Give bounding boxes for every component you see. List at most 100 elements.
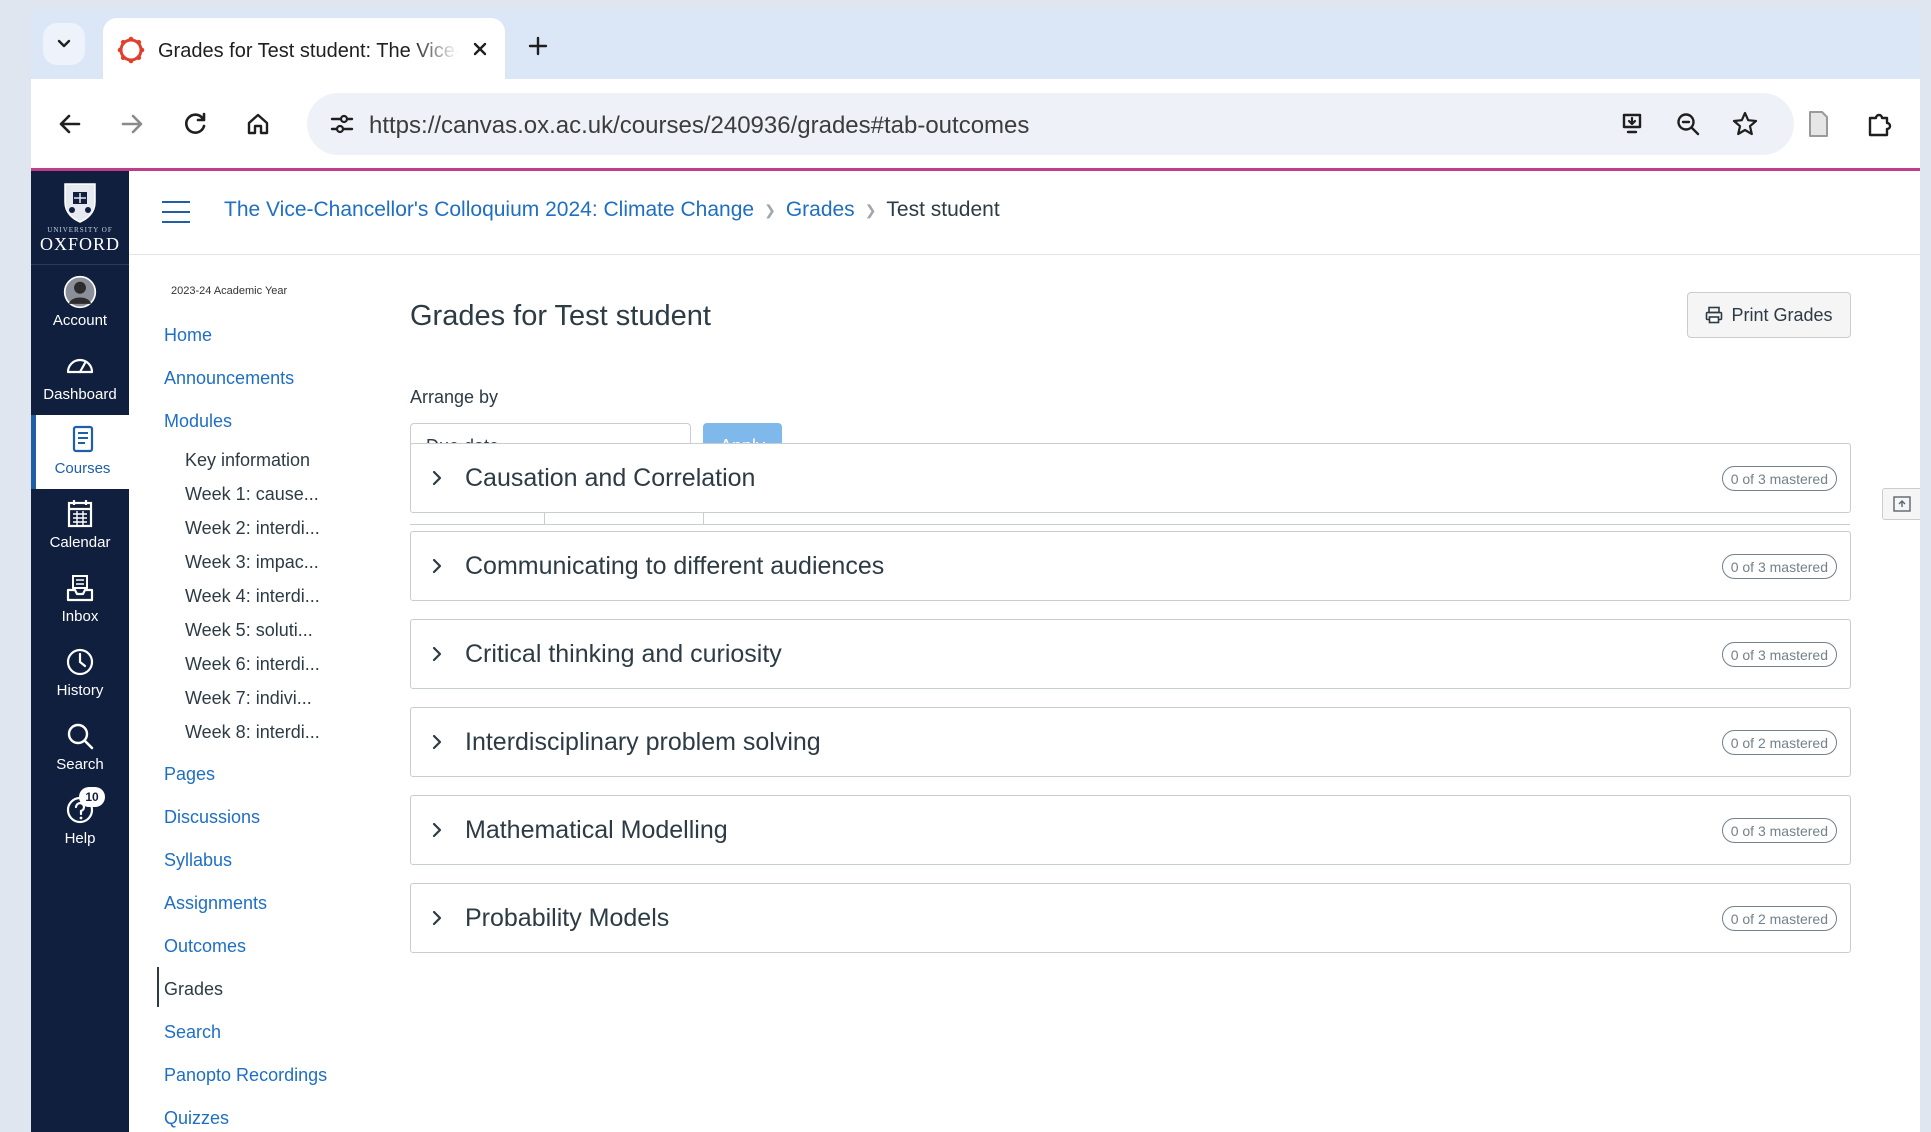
account-avatar-icon bbox=[63, 275, 97, 309]
global-nav-help[interactable]: 10 Help bbox=[31, 785, 129, 859]
global-nav-history[interactable]: History bbox=[31, 637, 129, 711]
reload-button[interactable] bbox=[180, 109, 210, 139]
mastery-badge: 0 of 2 mastered bbox=[1721, 906, 1837, 931]
tab-close-button[interactable] bbox=[469, 38, 491, 60]
global-nav-label: Account bbox=[52, 312, 108, 329]
global-nav-dashboard[interactable]: Dashboard bbox=[31, 341, 129, 415]
outcome-group[interactable]: Communicating to different audiences 0 o… bbox=[410, 531, 1851, 601]
breadcrumb: The Vice-Chancellor's Colloquium 2024: C… bbox=[224, 198, 1000, 222]
module-item[interactable]: Week 8: interdi... bbox=[185, 722, 320, 743]
search-icon bbox=[63, 719, 97, 753]
oxford-crest-icon bbox=[64, 183, 96, 223]
course-nav-grades[interactable]: Grades bbox=[164, 979, 223, 1000]
chevron-right-icon bbox=[432, 558, 442, 574]
global-nav-label: Courses bbox=[54, 460, 111, 477]
course-nav-assignments[interactable]: Assignments bbox=[164, 893, 267, 914]
hamburger-icon bbox=[162, 201, 190, 203]
module-item[interactable]: Week 5: soluti... bbox=[185, 620, 313, 641]
global-nav-label: Search bbox=[56, 756, 104, 773]
course-nav-discussions[interactable]: Discussions bbox=[164, 807, 260, 828]
module-item[interactable]: Week 4: interdi... bbox=[185, 586, 320, 607]
course-nav-quizzes[interactable]: Quizzes bbox=[164, 1108, 229, 1129]
course-nav-panopto[interactable]: Panopto Recordings bbox=[164, 1065, 327, 1086]
zoom-button[interactable] bbox=[1673, 109, 1703, 139]
mastery-badge: 0 of 2 mastered bbox=[1721, 730, 1837, 755]
install-app-button[interactable] bbox=[1617, 109, 1647, 139]
course-nav-home[interactable]: Home bbox=[164, 325, 212, 346]
course-nav-outcomes[interactable]: Outcomes bbox=[164, 936, 246, 957]
global-nav-inbox[interactable]: Inbox bbox=[31, 563, 129, 637]
history-icon bbox=[63, 645, 97, 679]
reading-list-button[interactable] bbox=[1803, 109, 1833, 139]
module-item[interactable]: Week 7: indivi... bbox=[185, 688, 312, 709]
outcome-title: Critical thinking and curiosity bbox=[465, 640, 782, 668]
collapse-all-button[interactable] bbox=[1882, 488, 1920, 520]
page-icon bbox=[1809, 111, 1828, 137]
course-navigation: 2023-24 Academic Year Home Announcements… bbox=[129, 255, 369, 1132]
mastery-badge: 0 of 3 mastered bbox=[1721, 466, 1837, 491]
tab-search-button[interactable] bbox=[43, 23, 85, 65]
browser-window: Grades for Test student: The Vice-Chance… bbox=[31, 9, 1920, 1132]
home-button[interactable] bbox=[243, 109, 273, 139]
chevron-right-icon bbox=[432, 910, 442, 926]
academic-year-label: 2023-24 Academic Year bbox=[171, 285, 288, 297]
bookmark-button[interactable] bbox=[1730, 109, 1760, 139]
outcome-title: Interdisciplinary problem solving bbox=[465, 728, 821, 756]
star-icon bbox=[1732, 111, 1758, 136]
course-nav-announcements[interactable]: Announcements bbox=[164, 368, 294, 389]
inbox-icon bbox=[63, 571, 97, 605]
outcome-group[interactable]: Critical thinking and curiosity 0 of 3 m… bbox=[410, 619, 1851, 689]
tab-strip: Grades for Test student: The Vice-Chance… bbox=[31, 9, 1920, 79]
global-nav-label: Dashboard bbox=[43, 386, 117, 403]
courses-icon bbox=[66, 423, 100, 457]
canvas-favicon-icon bbox=[117, 36, 145, 64]
oxford-logo[interactable]: UNIVERSITY OF OXFORD bbox=[31, 171, 129, 265]
global-navigation: UNIVERSITY OF OXFORD Account Dashboard C… bbox=[31, 171, 129, 1132]
chevron-right-icon bbox=[432, 470, 442, 486]
collapse-all-icon bbox=[1893, 496, 1911, 512]
outcome-title: Mathematical Modelling bbox=[465, 816, 728, 844]
mastery-badge: 0 of 3 mastered bbox=[1721, 554, 1837, 579]
calendar-icon bbox=[63, 497, 97, 531]
arrow-right-icon bbox=[121, 114, 143, 134]
breadcrumb-grades-link[interactable]: Grades bbox=[786, 198, 855, 222]
module-item[interactable]: Week 1: cause... bbox=[185, 484, 319, 505]
url-text: https://canvas.ox.ac.uk/courses/240936/g… bbox=[369, 112, 1030, 139]
course-nav-search[interactable]: Search bbox=[164, 1022, 221, 1043]
forward-button[interactable] bbox=[117, 109, 147, 139]
module-item[interactable]: Week 2: interdi... bbox=[185, 518, 320, 539]
course-menu-toggle[interactable] bbox=[162, 201, 190, 223]
site-info-icon[interactable] bbox=[327, 109, 357, 139]
page-title: Grades for Test student bbox=[410, 300, 711, 332]
global-nav-search[interactable]: Search bbox=[31, 711, 129, 785]
global-nav-label: Inbox bbox=[61, 608, 99, 625]
back-button[interactable] bbox=[55, 109, 85, 139]
outcome-group[interactable]: Interdisciplinary problem solving 0 of 2… bbox=[410, 707, 1851, 777]
outcome-group[interactable]: Causation and Correlation 0 of 3 mastere… bbox=[410, 443, 1851, 513]
main-content: Grades for Test student Print Grades Arr… bbox=[369, 255, 1920, 1132]
outcome-group[interactable]: Probability Models 0 of 2 mastered bbox=[410, 883, 1851, 953]
browser-tab[interactable]: Grades for Test student: The Vice-Chance… bbox=[103, 18, 505, 79]
global-nav-label: History bbox=[56, 682, 104, 699]
module-item[interactable]: Week 3: impac... bbox=[185, 552, 319, 573]
module-item[interactable]: Key information bbox=[185, 450, 310, 471]
outcome-title: Probability Models bbox=[465, 904, 670, 932]
global-nav-calendar[interactable]: Calendar bbox=[31, 489, 129, 563]
chevron-right-icon bbox=[432, 734, 442, 750]
outcome-group[interactable]: Mathematical Modelling 0 of 3 mastered bbox=[410, 795, 1851, 865]
address-bar[interactable]: https://canvas.ox.ac.uk/courses/240936/g… bbox=[307, 93, 1794, 155]
browser-toolbar: https://canvas.ox.ac.uk/courses/240936/g… bbox=[31, 79, 1920, 171]
module-item[interactable]: Week 6: interdi... bbox=[185, 654, 320, 675]
global-nav-courses[interactable]: Courses bbox=[31, 415, 129, 489]
print-grades-button[interactable]: Print Grades bbox=[1687, 292, 1851, 338]
course-nav-syllabus[interactable]: Syllabus bbox=[164, 850, 232, 871]
course-nav-modules[interactable]: Modules bbox=[164, 411, 232, 432]
course-nav-pages[interactable]: Pages bbox=[164, 764, 215, 785]
extensions-button[interactable] bbox=[1865, 109, 1895, 139]
plus-icon bbox=[528, 36, 548, 56]
zoom-icon bbox=[1677, 113, 1700, 136]
home-icon bbox=[247, 113, 269, 135]
breadcrumb-course-link[interactable]: The Vice-Chancellor's Colloquium 2024: C… bbox=[224, 198, 754, 222]
global-nav-account[interactable]: Account bbox=[31, 267, 129, 341]
new-tab-button[interactable] bbox=[525, 33, 551, 59]
